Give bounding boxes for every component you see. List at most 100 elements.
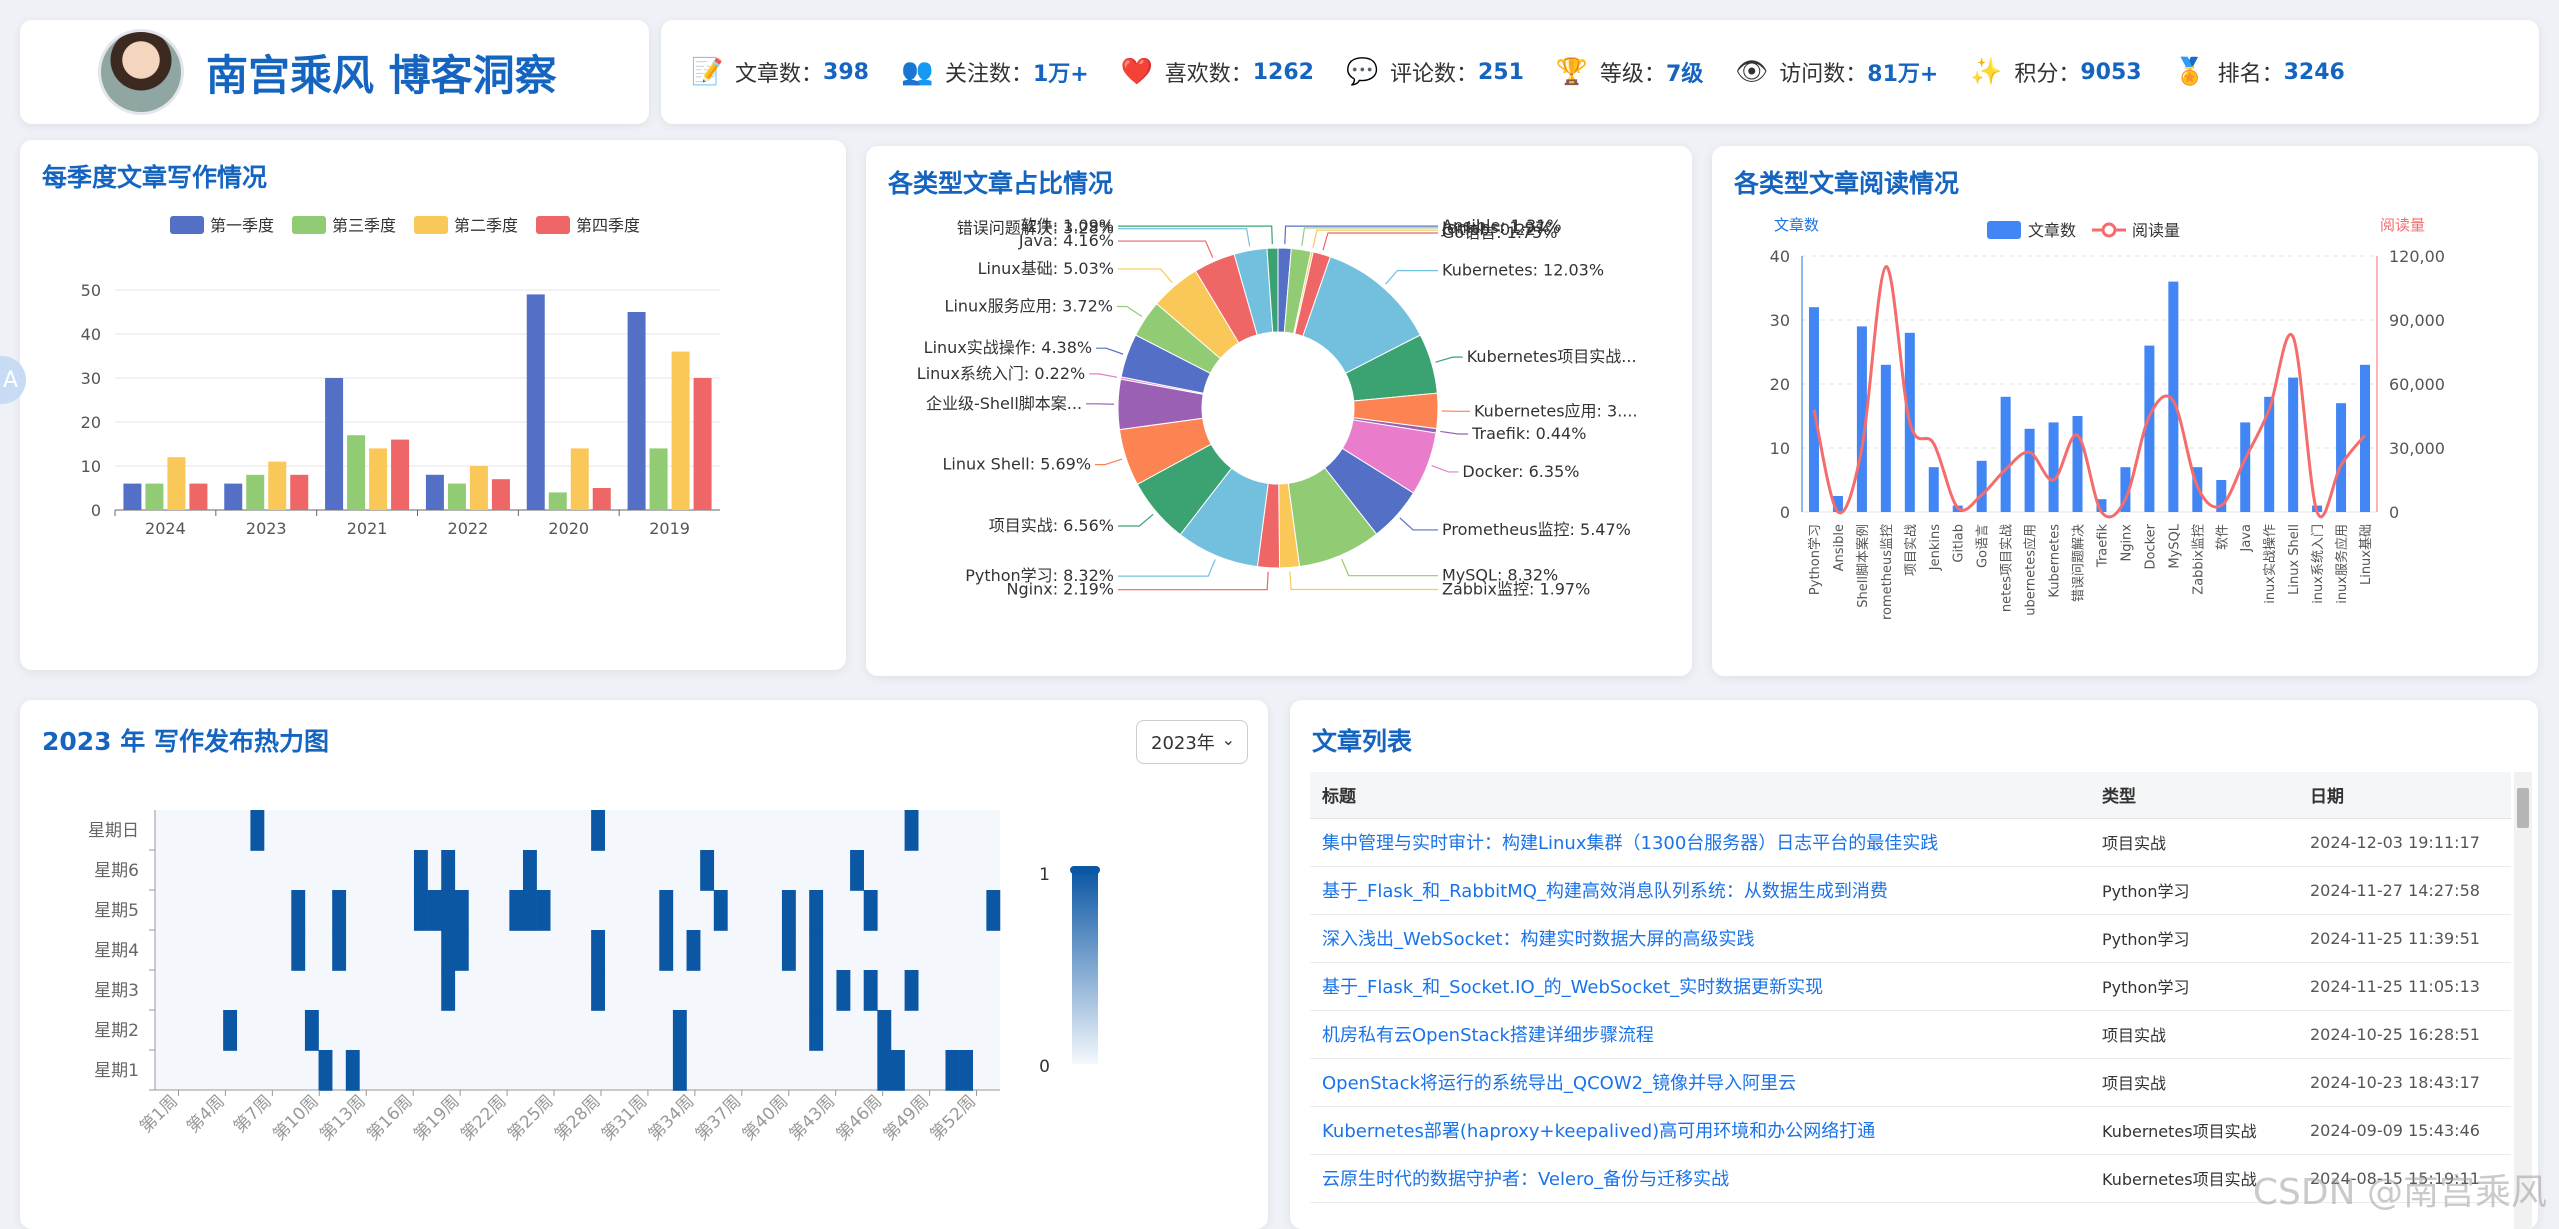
- pie-label: Traefik: 0.44%: [1471, 424, 1586, 443]
- bar-第三季度: [548, 492, 567, 510]
- stat-label: 积分：: [2014, 62, 2081, 87]
- article-link[interactable]: OpenStack将运行的系统导出_QCOW2_镜像并导入阿里云: [1322, 1073, 1796, 1094]
- heatmap-cell: [713, 890, 728, 931]
- y-right-tick-label: 0: [2389, 503, 2399, 522]
- followers-icon: 👥: [900, 57, 934, 87]
- table-row[interactable]: OpenStack将运行的系统导出_QCOW2_镜像并导入阿里云 项目实战 2024…: [1310, 1058, 2511, 1107]
- x-tick-label: 第43周: [786, 1091, 839, 1144]
- heatmap-cell: [454, 890, 469, 931]
- article-date-cell: 2024-11-25 11:39:51: [2298, 914, 2511, 963]
- pie-label: Linux服务应用: 3.72%: [945, 296, 1113, 315]
- heatmap-cell: [509, 890, 524, 931]
- table-row[interactable]: 机房私有云OpenStack搭建详细步骤流程 项目实战 2024-10-25 16:…: [1310, 1010, 2511, 1059]
- article-link[interactable]: 基于_Flask_和_RabbitMQ_构建高效消息队列系统：从数据生成到消费: [1322, 881, 1888, 902]
- quarterly-bar-chart: 第一季度 第三季度 第二季度 第四季度 0 10 20 30 40 50 2024 2023 2021 2…: [81, 216, 720, 538]
- article-type-cell: Python学习: [2090, 962, 2298, 1011]
- column-header-type: 类型: [2090, 772, 2298, 819]
- heatmap-cell: [441, 890, 456, 931]
- bar-第一季度: [224, 483, 243, 510]
- bar-第四季度: [290, 474, 309, 510]
- x-tick-label: Ansible: [1832, 524, 1847, 571]
- quarterly-chart-card: 每季度文章写作情况 第一季度 第三季度 第二季度 第四季度 0 10 20 30 40 50 202…: [20, 140, 846, 670]
- stat-value: 1262: [1252, 59, 1314, 85]
- bar-第一季度: [325, 378, 344, 510]
- article-link[interactable]: 基于_Flask_和_Socket.IO_的_WebSocket_实时数据更新实…: [1322, 977, 1823, 998]
- x-tick-label: inux服务应用: [2334, 524, 2350, 604]
- bar-第三季度: [246, 474, 265, 510]
- x-tick-label: Traefik: [2095, 524, 2110, 569]
- x-tick-label: Jenkins: [1928, 524, 1943, 571]
- heatmap-cell: [986, 890, 1001, 931]
- x-tick-label: 2023: [246, 519, 287, 538]
- avatar[interactable]: [98, 29, 184, 115]
- table-header-row: 标题 类型 日期: [1310, 772, 2511, 819]
- stat-label: 关注数：: [944, 62, 1033, 87]
- heatmap-cell: [904, 810, 919, 851]
- y-tick-label: 星期2: [94, 1021, 139, 1041]
- article-date-cell: 2024-12-03 19:11:17: [2298, 818, 2511, 867]
- y-right-tick-label: 30,000: [2389, 439, 2445, 458]
- reads-chart-card: 各类型文章阅读情况 文章数 阅读量 文章数 阅读量 0 0 10 30,000 20 60,000…: [1712, 146, 2538, 676]
- table-row[interactable]: Kubernetes部署(haproxy+keepalived)高可用环境和办公…: [1310, 1106, 2511, 1155]
- heatmap-cell: [291, 890, 306, 931]
- bar-文章数: [2264, 396, 2275, 512]
- table-row[interactable]: 基于_Flask_和_Socket.IO_的_WebSocket_实时数据更新实…: [1310, 962, 2511, 1011]
- heatmap-cell: [427, 890, 442, 931]
- scrollbar-thumb[interactable]: [2517, 788, 2529, 828]
- bar-第三季度: [447, 483, 466, 510]
- article-title-cell: 云原生时代的数据守护者：Velero_备份与迁移实战: [1310, 1154, 2090, 1203]
- article-type-cell: 项目实战: [2090, 1010, 2298, 1059]
- x-tick-label: 第52周: [927, 1091, 980, 1144]
- bar-文章数: [2048, 422, 2059, 512]
- table-row[interactable]: 集中管理与实时审计：构建Linux集群（1300台服务器）日志平台的最佳实践 项目…: [1310, 818, 2511, 867]
- heatmap-cell: [536, 890, 551, 931]
- heatmap-cell: [332, 930, 347, 971]
- pie-label: Kubernetes: 12.03%: [1442, 261, 1604, 280]
- y-left-tick-label: 0: [1780, 503, 1790, 522]
- x-tick-label: rometheus监控: [1880, 524, 1895, 620]
- table-scrollbar[interactable]: [2514, 772, 2532, 1229]
- article-type-cell: Kubernetes项目实战: [2090, 1106, 2298, 1155]
- article-link[interactable]: 机房私有云OpenStack搭建详细步骤流程: [1322, 1025, 1654, 1046]
- article-link[interactable]: Kubernetes部署(haproxy+keepalived)高可用环境和办公…: [1322, 1121, 1875, 1142]
- heatmap-cell: [890, 1050, 905, 1091]
- legend-label: 第一季度: [210, 216, 274, 235]
- x-tick-label: Gitlab: [1952, 524, 1967, 563]
- y-left-tick-label: 30: [1770, 311, 1790, 330]
- stat-item: 👁 访问数： 81万+: [1735, 56, 1938, 88]
- y-tick-label: 10: [81, 457, 101, 476]
- x-tick-label: Kubernetes: [2048, 524, 2063, 598]
- table-row[interactable]: 深入浅出_WebSocket：构建实时数据大屏的高级实践 Python学习 2024…: [1310, 914, 2511, 963]
- bar-文章数: [1928, 467, 1939, 512]
- pie-leader-line: [1431, 465, 1459, 473]
- heatmap-cell: [809, 930, 824, 971]
- pie-label: Kubernetes项目实战...: [1467, 347, 1637, 366]
- x-tick-label: MySQL: [2167, 523, 2182, 568]
- stat-label: 访问数：: [1779, 62, 1868, 87]
- article-list-title: 文章列表: [1312, 727, 1413, 756]
- table-row[interactable]: 基于_Flask_和_RabbitMQ_构建高效消息队列系统：从数据生成到消费 P…: [1310, 866, 2511, 915]
- article-link[interactable]: 云原生时代的数据守护者：Velero_备份与迁移实战: [1322, 1169, 1729, 1190]
- article-type-cell: Python学习: [2090, 914, 2298, 963]
- heatmap-cell: [700, 850, 715, 891]
- article-title-cell: OpenStack将运行的系统导出_QCOW2_镜像并导入阿里云: [1310, 1058, 2090, 1107]
- x-tick-label: 2019: [649, 519, 690, 538]
- pie-leader-line: [1385, 269, 1438, 285]
- bar-第四季度: [592, 488, 611, 510]
- article-title-cell: Kubernetes部署(haproxy+keepalived)高可用环境和办公…: [1310, 1106, 2090, 1155]
- stat-value: 251: [1477, 59, 1524, 85]
- bar-第四季度: [693, 378, 712, 510]
- heatmap-cell: [809, 970, 824, 1011]
- article-link[interactable]: 深入浅出_WebSocket：构建实时数据大屏的高级实践: [1322, 929, 1755, 950]
- heatmap-cell: [441, 970, 456, 1011]
- stat-label: 等级：: [1599, 62, 1666, 87]
- stat-value: 9053: [2080, 59, 2142, 85]
- column-header-date: 日期: [2298, 772, 2511, 819]
- legend-swatch: [1987, 221, 2021, 239]
- x-tick-label: Python学习: [1807, 524, 1823, 595]
- x-tick-label: 2024: [145, 519, 186, 538]
- x-tick-label: Docker: [2143, 523, 2158, 569]
- watermark: CSDN @南宫乘风: [2252, 1172, 2547, 1213]
- article-link[interactable]: 集中管理与实时审计：构建Linux集群（1300台服务器）日志平台的最佳实践: [1322, 833, 1938, 854]
- bar-文章数: [2000, 396, 2011, 512]
